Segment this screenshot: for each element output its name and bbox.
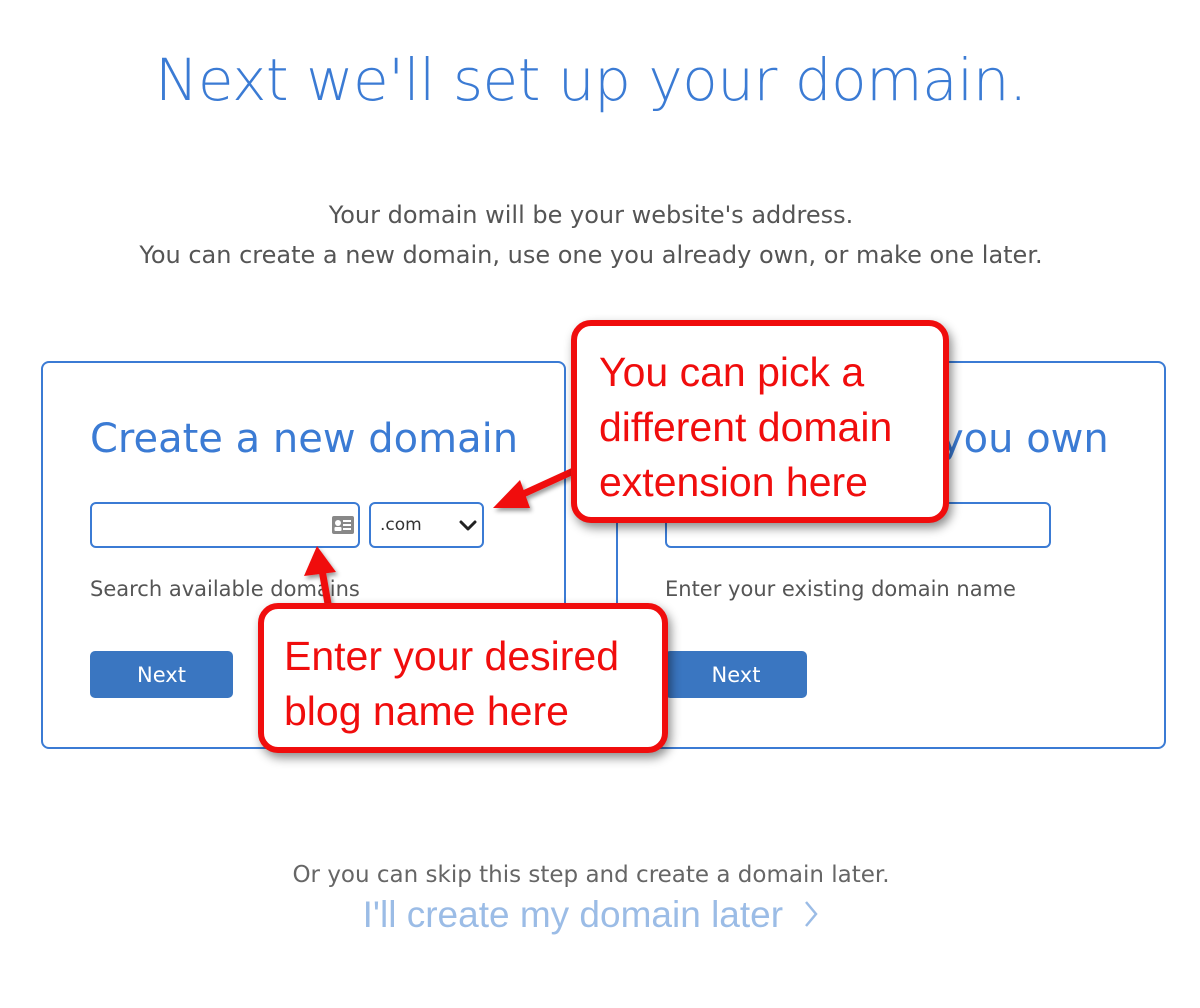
tld-callout-line-2: different domain [599, 404, 893, 450]
blog-name-callout: Enter your desired blog name here [258, 603, 668, 753]
create-domain-later-label: I'll create my domain later [362, 894, 784, 935]
tld-callout: You can pick a different domain extensio… [571, 320, 949, 523]
blog-name-callout-line-1: Enter your desired [284, 633, 620, 679]
skip-step-text: Or you can skip this step and create a d… [292, 862, 890, 888]
chevron-right-icon [803, 896, 819, 938]
tld-arrow [493, 464, 584, 508]
tld-callout-line-1: You can pick a [599, 349, 865, 395]
create-domain-later-link[interactable]: I'll create my domain later [0, 894, 1182, 938]
blog-name-callout-line-2: blog name here [284, 688, 569, 734]
tld-callout-line-3: extension here [599, 459, 868, 505]
